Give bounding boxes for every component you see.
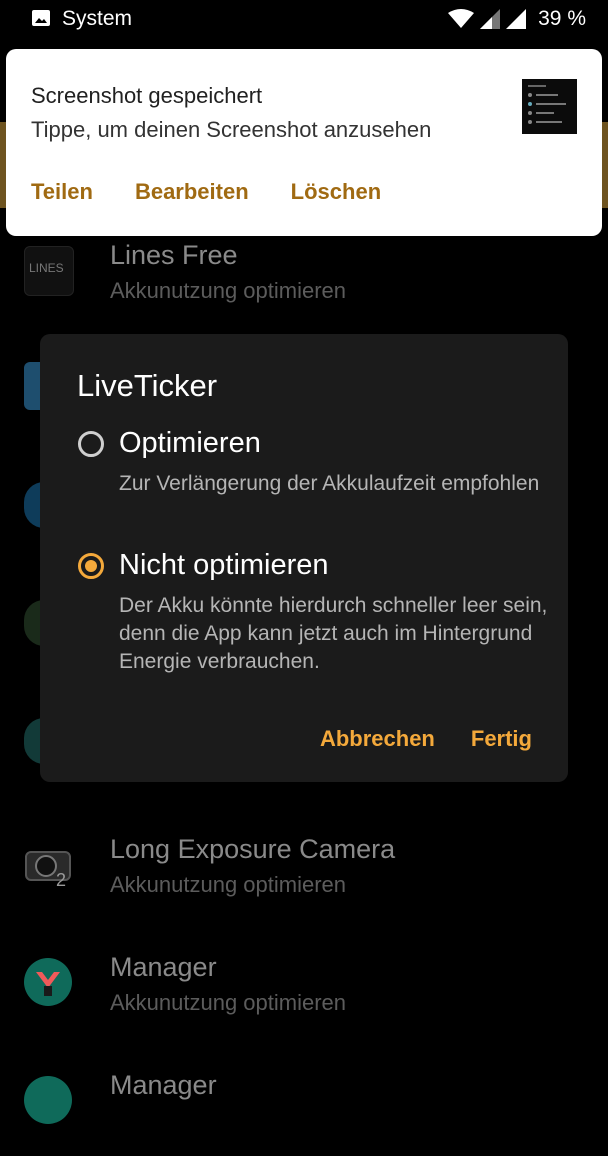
app-name: Lines Free xyxy=(110,240,238,270)
signal-icon xyxy=(480,9,501,29)
lines-free-icon: LINES xyxy=(24,246,74,296)
status-bar: System 39 % xyxy=(0,0,608,40)
app-status: Akkunutzung optimieren xyxy=(110,872,347,897)
app-name: Long Exposure Camera xyxy=(110,834,396,864)
screenshot-notification[interactable]: Screenshot gespeichert Tippe, um deinen … xyxy=(6,49,602,236)
manager-icon xyxy=(24,958,72,1006)
share-button[interactable]: Teilen xyxy=(31,179,93,205)
app-status: Akkunutzung optimieren xyxy=(110,278,347,303)
svg-text:2: 2 xyxy=(56,870,66,888)
done-button[interactable]: Fertig xyxy=(471,726,532,752)
camera-icon: 2 xyxy=(24,840,72,890)
list-item[interactable]: LINES Lines Free Akkunutzung optimieren xyxy=(0,236,608,326)
app-name: Manager xyxy=(110,1070,217,1100)
battery-optimization-dialog: LiveTicker Optimieren Zur Verlängerung d… xyxy=(40,334,568,782)
wifi-icon xyxy=(448,9,475,28)
list-item[interactable]: Manager Akkunutzung optimieren xyxy=(0,948,608,1038)
manager-icon-2 xyxy=(24,1076,72,1124)
notification-actions: Teilen Bearbeiten Löschen xyxy=(31,179,381,205)
option-dont-optimize[interactable]: Nicht optimieren Der Akku könnte hierdur… xyxy=(78,549,548,682)
notification-title: Screenshot gespeichert xyxy=(31,83,263,108)
app-status: Akkunutzung optimieren xyxy=(110,990,347,1015)
option-description: Zur Verlängerung der Akkulaufzeit empfoh… xyxy=(119,472,540,495)
option-label: Optimieren xyxy=(119,427,261,459)
edit-button[interactable]: Bearbeiten xyxy=(135,179,249,205)
signal-icon-2 xyxy=(506,9,527,29)
image-icon xyxy=(32,10,50,26)
notification-text: Tippe, um deinen Screenshot anzusehen xyxy=(31,117,432,142)
cancel-button[interactable]: Abbrechen xyxy=(320,726,435,752)
radio-dont-optimize[interactable] xyxy=(78,553,104,579)
option-label: Nicht optimieren xyxy=(119,549,329,581)
option-description: Der Akku könnte hierdurch schneller leer… xyxy=(119,594,548,673)
list-item[interactable]: 2 Long Exposure Camera Akkunutzung optim… xyxy=(0,830,608,920)
status-icons: 39 % xyxy=(448,7,586,31)
dialog-title: LiveTicker xyxy=(77,368,218,403)
screenshot-thumbnail[interactable] xyxy=(522,79,577,134)
app-name: Manager xyxy=(110,952,217,982)
radio-optimize[interactable] xyxy=(78,431,104,457)
delete-button[interactable]: Löschen xyxy=(291,179,381,205)
dialog-actions: Abbrechen Fertig xyxy=(320,726,532,752)
notification-source: System xyxy=(62,7,133,30)
option-optimize[interactable]: Optimieren Zur Verlängerung der Akkulauf… xyxy=(78,427,548,530)
battery-level: 39 % xyxy=(538,7,586,30)
